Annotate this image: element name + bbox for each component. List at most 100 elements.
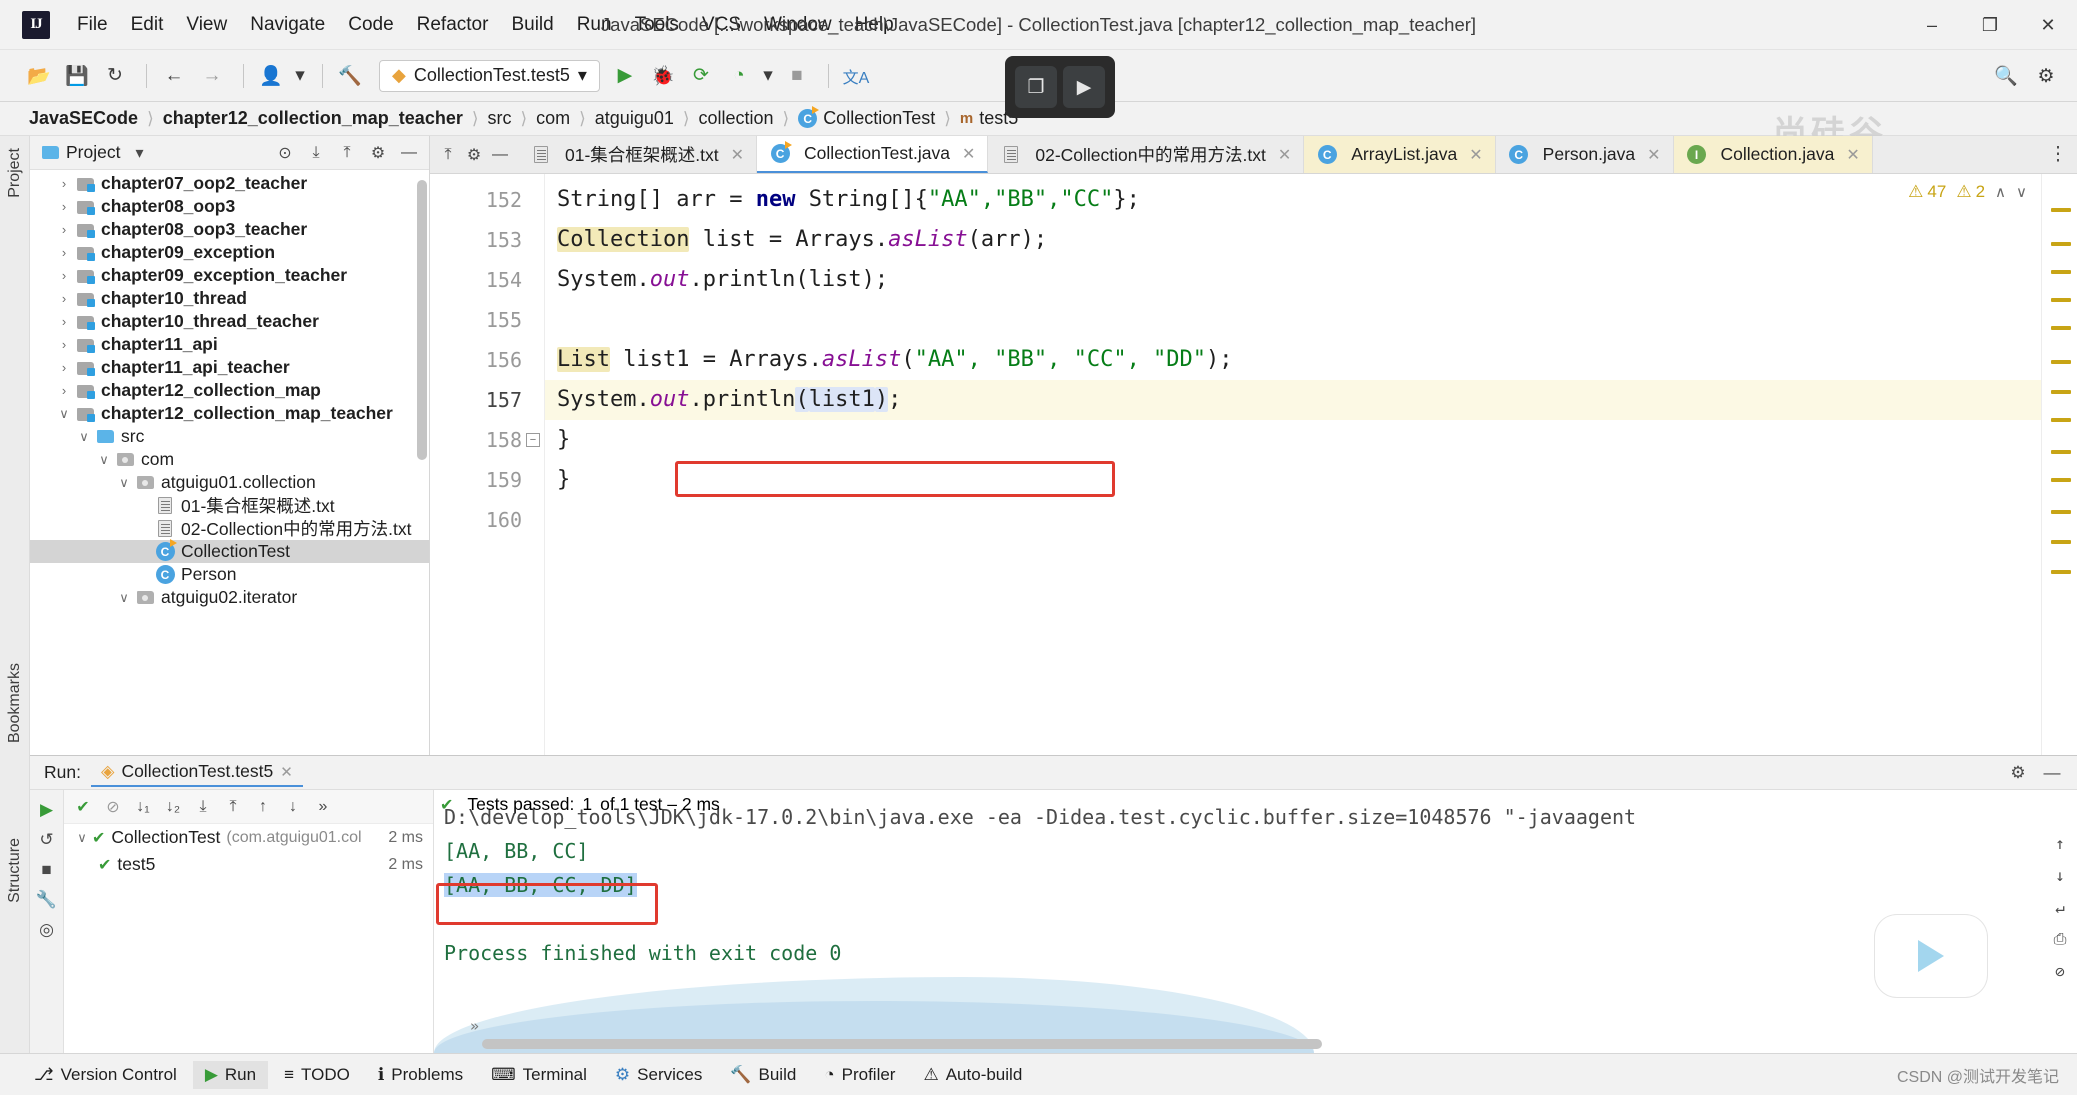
stop-icon[interactable]: ■	[33, 856, 61, 884]
run-icon[interactable]: ▶	[608, 59, 642, 93]
rerun-icon[interactable]: ▶	[33, 796, 61, 824]
tree-node[interactable]: C CollectionTest	[30, 539, 429, 563]
tool-button-project[interactable]: Project	[6, 148, 24, 198]
tree-node[interactable]: ∨ atguigu02.iterator	[30, 586, 429, 609]
status-item-problems[interactable]: ℹ Problems	[366, 1061, 475, 1089]
chevron-down-icon[interactable]: ∨	[74, 429, 94, 445]
menu-item-edit[interactable]: Edit	[120, 9, 175, 41]
breadcrumb-item-collection[interactable]: collection	[692, 107, 781, 130]
scroll-down-icon[interactable]: ↓	[2047, 862, 2073, 888]
print-icon[interactable]: ⎙	[2047, 926, 2073, 952]
chevron-down-icon[interactable]: ∨	[114, 475, 134, 491]
settings-gear-icon[interactable]: ⚙	[2029, 59, 2063, 93]
editor-tab[interactable]: C ArrayList.java ✕	[1304, 136, 1496, 173]
camera-icon[interactable]: ◎	[33, 916, 61, 944]
next-failed-icon[interactable]: ↓	[280, 794, 306, 820]
tool-button-structure[interactable]: Structure	[6, 838, 24, 903]
menu-item-view[interactable]: View	[175, 9, 238, 41]
run-configuration-selector[interactable]: ◆ CollectionTest.test5 ▾	[379, 59, 600, 92]
tree-node[interactable]: C Person	[30, 563, 429, 586]
breadcrumb-item-atguigu01[interactable]: atguigu01	[588, 107, 681, 130]
soft-wrap-icon[interactable]: ↵	[2047, 894, 2073, 920]
editor-tab[interactable]: C CollectionTest.java ✕	[757, 136, 989, 173]
chevron-down-icon[interactable]: ∨	[54, 406, 74, 422]
breadcrumb-item-src[interactable]: src	[480, 107, 518, 130]
profile-icon[interactable]: 👤	[254, 59, 288, 93]
project-tree-scrollbar[interactable]	[417, 180, 427, 460]
chevron-right-icon[interactable]: ›	[54, 360, 74, 375]
editor-tab[interactable]: I Collection.java ✕	[1673, 136, 1873, 173]
breadcrumb-item-com[interactable]: com	[529, 107, 577, 130]
status-item-version-control[interactable]: ⎇ Version Control	[22, 1061, 189, 1089]
tree-node[interactable]: › chapter12_collection_map	[30, 379, 429, 402]
code-line[interactable]: System.out.println(list);	[545, 260, 2041, 300]
close-icon[interactable]: ✕	[1278, 145, 1291, 165]
sync-icon[interactable]: ↻	[98, 59, 132, 93]
chevron-down-icon[interactable]: ∨	[114, 590, 134, 606]
status-item-terminal[interactable]: ⌨ Terminal	[479, 1061, 599, 1089]
sort-alphabetically-icon[interactable]: ↓₁	[130, 794, 156, 820]
menu-item-refactor[interactable]: Refactor	[406, 9, 500, 41]
close-icon[interactable]: ✕	[1647, 145, 1660, 165]
translate-icon[interactable]: 文A	[839, 59, 873, 93]
collapse-all-icon[interactable]: ⤒	[335, 141, 359, 165]
breadcrumb-item-class[interactable]: C CollectionTest	[791, 106, 942, 130]
menu-item-code[interactable]: Code	[337, 9, 404, 41]
status-item-services[interactable]: ⚙ Services	[603, 1061, 714, 1089]
editor-settings-icon[interactable]: ⚙	[462, 143, 486, 167]
sort-by-duration-icon[interactable]: ↓₂	[160, 794, 186, 820]
breadcrumb-item-module[interactable]: chapter12_collection_map_teacher	[156, 107, 470, 130]
code-line[interactable]	[545, 500, 2041, 540]
navigate-back-icon[interactable]: ←	[157, 59, 191, 93]
chevron-right-icon[interactable]: ›	[54, 268, 74, 283]
tree-node[interactable]: › chapter10_thread	[30, 287, 429, 310]
breadcrumb-item-project[interactable]: JavaSECode	[22, 107, 145, 130]
screen-capture-widget[interactable]: ❐ ▶	[1005, 56, 1115, 118]
tree-node[interactable]: ∨ atguigu01.collection	[30, 471, 429, 494]
hide-passed-icon[interactable]: ⊘	[100, 794, 126, 820]
tree-node[interactable]: ∨ src	[30, 425, 429, 448]
hide-panel-icon[interactable]: —	[397, 141, 421, 165]
chevron-down-icon[interactable]: ▾	[127, 141, 151, 165]
weak-warning-badge[interactable]: ⚠ 2	[1956, 182, 1985, 202]
run-tab-collectiontest-test5[interactable]: ◈ CollectionTest.test5 ✕	[90, 758, 303, 787]
run-coverage-icon[interactable]: ⟳	[684, 59, 718, 93]
chevron-right-icon[interactable]: ›	[54, 314, 74, 329]
clear-all-icon[interactable]: ⊘	[2047, 958, 2073, 984]
chevron-right-icon[interactable]: ›	[54, 199, 74, 214]
tree-node[interactable]: › chapter10_thread_teacher	[30, 310, 429, 333]
profiler-icon[interactable]: ◔	[722, 59, 756, 93]
code-line[interactable]: System.out.println(list1);	[545, 380, 2041, 420]
tree-node[interactable]: › chapter11_api	[30, 333, 429, 356]
tree-node[interactable]: › chapter09_exception_teacher	[30, 264, 429, 287]
chevron-right-icon[interactable]: ›	[54, 337, 74, 352]
scroll-up-icon[interactable]: ↑	[2047, 830, 2073, 856]
build-hammer-icon[interactable]: 🔨	[333, 59, 367, 93]
status-item-build[interactable]: 🔨 Build	[718, 1061, 808, 1089]
tree-node[interactable]: ∨ com	[30, 448, 429, 471]
tree-node[interactable]: › chapter09_exception	[30, 241, 429, 264]
menu-item-file[interactable]: File	[66, 9, 119, 41]
tree-node[interactable]: › chapter08_oop3_teacher	[30, 218, 429, 241]
chevron-right-icon[interactable]: ›	[54, 176, 74, 191]
chevron-up-icon[interactable]: ∧	[1995, 183, 2006, 201]
navigate-forward-icon[interactable]: →	[195, 59, 229, 93]
expand-all-icon[interactable]: ⤓	[190, 794, 216, 820]
chevron-down-icon[interactable]: ∨	[2016, 183, 2027, 201]
chevron-right-icon[interactable]: ›	[54, 222, 74, 237]
chevron-right-icon[interactable]: ›	[54, 245, 74, 260]
collapse-all-icon[interactable]: ⤒	[436, 143, 460, 167]
code-line[interactable]: Collection list = Arrays.asList(arr);	[545, 220, 2041, 260]
editor-tab[interactable]: 01-集合框架概述.txt ✕	[518, 136, 758, 173]
code-fold-icon[interactable]: −	[526, 433, 540, 447]
project-settings-icon[interactable]: ⚙	[366, 141, 390, 165]
tree-node[interactable]: 02-Collection中的常用方法.txt	[30, 517, 429, 540]
status-item-run[interactable]: ▶ Run	[192, 1060, 269, 1089]
console-output[interactable]: D:\develop_tools\JDK\jdk-17.0.2\bin\java…	[434, 790, 2077, 1053]
expand-all-icon[interactable]: ⤓	[304, 141, 328, 165]
code-line[interactable]: }	[545, 460, 2041, 500]
editor-tab[interactable]: 02-Collection中的常用方法.txt ✕	[988, 136, 1305, 173]
close-icon[interactable]: ✕	[962, 144, 975, 164]
more-options-icon[interactable]: »	[310, 794, 336, 820]
chevron-down-icon[interactable]: ∨	[72, 830, 92, 846]
